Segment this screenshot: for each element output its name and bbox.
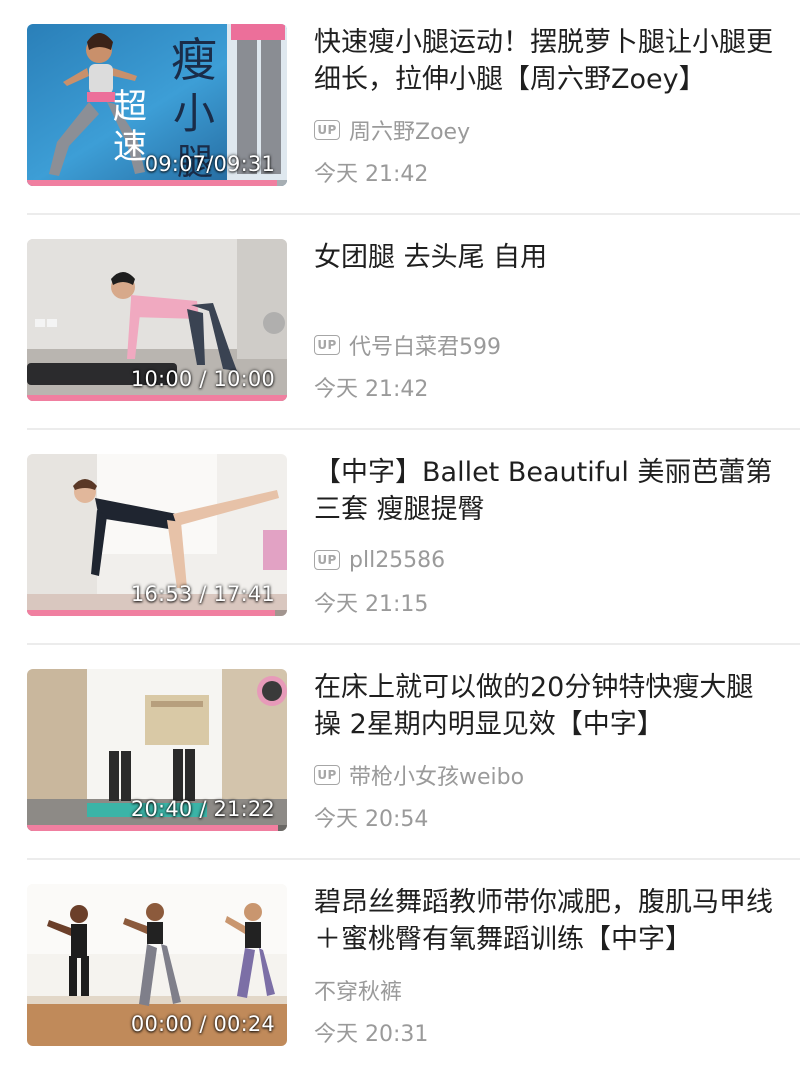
video-info: 女团腿 去头尾 自用 UP 代号白菜君599 今天 21:42 (314, 239, 776, 402)
watch-progress-fill (27, 180, 277, 186)
video-thumbnail[interactable]: 16:53 / 17:41 (27, 454, 287, 616)
watch-time: 今天 21:42 (314, 162, 429, 187)
video-title[interactable]: 女团腿 去头尾 自用 (314, 239, 776, 276)
video-thumbnail[interactable]: 10:00 / 10:00 (27, 239, 287, 401)
video-info: 碧昂丝舞蹈教师带你减肥，腹肌马甲线＋蜜桃臀有氧舞蹈训练【中字】 不穿秋裤 今天 … (314, 884, 776, 1047)
watch-duration: 20:40 / 21:22 (130, 797, 275, 821)
list-item[interactable]: 20:40 / 21:22 在床上就可以做的20分钟特快瘦大腿操 2星期内明显见… (0, 645, 800, 860)
uploader-row[interactable]: UP pll25586 (314, 545, 445, 575)
uploader-name: 周六野Zoey (349, 120, 471, 145)
list-item[interactable]: 16:53 / 17:41 【中字】Ballet Beautiful 美丽芭蕾第… (0, 430, 800, 645)
uploader-row[interactable]: 不穿秋裤 (314, 975, 402, 1005)
up-badge-icon: UP (314, 550, 340, 570)
watch-progress-bar (27, 610, 287, 616)
list-item[interactable]: 10:00 / 10:00 女团腿 去头尾 自用 UP 代号白菜君599 今天 … (0, 215, 800, 430)
video-title[interactable]: 【中字】Ballet Beautiful 美丽芭蕾第三套 瘦腿提臀 (314, 454, 776, 528)
uploader-row[interactable]: UP 代号白菜君599 (314, 330, 501, 360)
watch-time: 今天 20:31 (314, 1022, 429, 1047)
thumbnail-overlay-text: 超 (113, 87, 147, 127)
history-list: 瘦 小 超 速 腿 09:07/09:31 快速瘦小腿运动！摆脱萝卜腿让小腿更细… (0, 0, 800, 1075)
video-info: 快速瘦小腿运动！摆脱萝卜腿让小腿更细长，拉伸小腿【周六野Zoey】 UP 周六野… (314, 24, 776, 187)
uploader-name: 不穿秋裤 (314, 980, 403, 1005)
watch-progress-bar (27, 180, 287, 186)
watch-time: 今天 20:54 (314, 807, 429, 832)
video-title[interactable]: 碧昂丝舞蹈教师带你减肥，腹肌马甲线＋蜜桃臀有氧舞蹈训练【中字】 (314, 884, 776, 958)
uploader-row[interactable]: UP 带枪小女孩weibo (314, 760, 524, 790)
watch-duration: 10:00 / 10:00 (130, 367, 275, 391)
watch-duration: 09:07/09:31 (144, 152, 275, 176)
video-info: 【中字】Ballet Beautiful 美丽芭蕾第三套 瘦腿提臀 UP pll… (314, 454, 776, 617)
watch-duration: 16:53 / 17:41 (130, 582, 275, 606)
video-thumbnail[interactable]: 瘦 小 超 速 腿 09:07/09:31 (27, 24, 287, 186)
thumbnail-overlay-text: 瘦 (171, 33, 217, 87)
video-title[interactable]: 在床上就可以做的20分钟特快瘦大腿操 2星期内明显见效【中字】 (314, 669, 776, 743)
up-badge-icon: UP (314, 765, 340, 785)
uploader-row[interactable]: UP 周六野Zoey (314, 115, 470, 145)
list-item[interactable]: 瘦 小 超 速 腿 09:07/09:31 快速瘦小腿运动！摆脱萝卜腿让小腿更细… (0, 0, 800, 215)
thumbnail-overlay-text: 小 (173, 89, 215, 138)
video-thumbnail[interactable]: 00:00 / 00:24 (27, 884, 287, 1046)
uploader-name: pll25586 (349, 547, 446, 573)
up-badge-icon: UP (314, 120, 340, 140)
uploader-name: 带枪小女孩weibo (349, 765, 525, 790)
watch-time: 今天 21:42 (314, 377, 429, 402)
video-title[interactable]: 快速瘦小腿运动！摆脱萝卜腿让小腿更细长，拉伸小腿【周六野Zoey】 (314, 24, 776, 98)
watch-duration: 00:00 / 00:24 (130, 1012, 275, 1036)
thumbnail-overlay-text: 速 (113, 127, 147, 167)
watch-progress-fill (27, 610, 276, 616)
watch-progress-fill (27, 395, 287, 401)
watch-time: 今天 21:15 (314, 592, 429, 617)
watch-progress-bar (27, 825, 287, 831)
video-thumbnail[interactable]: 20:40 / 21:22 (27, 669, 287, 831)
list-item[interactable]: 00:00 / 00:24 碧昂丝舞蹈教师带你减肥，腹肌马甲线＋蜜桃臀有氧舞蹈训… (0, 860, 800, 1075)
watch-progress-bar (27, 395, 287, 401)
up-badge-icon: UP (314, 335, 340, 355)
watch-progress-fill (27, 825, 279, 831)
uploader-name: 代号白菜君599 (349, 335, 501, 360)
video-info: 在床上就可以做的20分钟特快瘦大腿操 2星期内明显见效【中字】 UP 带枪小女孩… (314, 669, 776, 832)
